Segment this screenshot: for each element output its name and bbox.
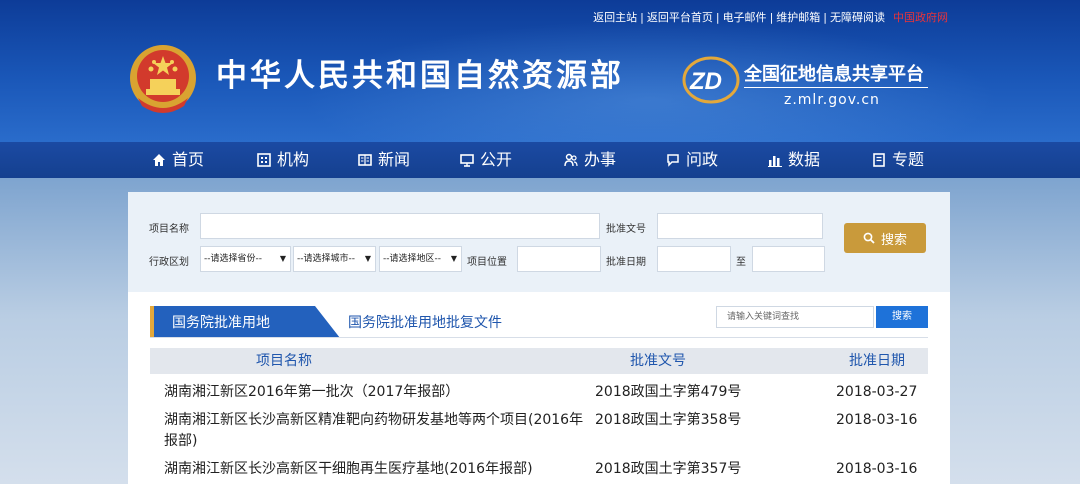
table-row-project-name[interactable]: 湖南湘江新区长沙高新区精准靶向药物研发基地等两个项目(2016年 xyxy=(164,409,583,431)
monitor-icon xyxy=(460,154,474,167)
nav-item-services[interactable]: 办事 xyxy=(564,142,616,178)
location-input[interactable] xyxy=(517,246,601,272)
district-select[interactable]: --请选择地区-- ▼ xyxy=(379,246,462,272)
zd-logo-icon: ZD xyxy=(682,56,740,104)
table-header: 项目名称 批准文号 批准日期 xyxy=(150,348,928,374)
province-select[interactable]: --请选择省份-- ▼ xyxy=(200,246,291,272)
zd-logo-text: ZD xyxy=(689,68,722,95)
top-link-accessibility[interactable]: 无障碍阅读 xyxy=(830,11,885,24)
approval-date-label: 批准日期 xyxy=(606,257,646,268)
nav-label: 新闻 xyxy=(378,150,411,169)
nav-label: 公开 xyxy=(480,150,513,169)
search-button-label: 搜索 xyxy=(880,232,907,248)
top-link-maintenance-mail[interactable]: 维护邮箱 xyxy=(776,11,820,24)
region-label: 行政区划 xyxy=(149,257,189,268)
main-nav: 首页 机构 新闻 公开 办事 问政 数据 专题 xyxy=(0,142,1080,178)
nav-label: 专题 xyxy=(892,150,925,169)
table-row-approval-date: 2018-03-16 xyxy=(836,412,918,428)
building-icon xyxy=(257,153,271,167)
district-select-value: --请选择地区-- xyxy=(383,254,441,264)
home-icon xyxy=(153,154,165,166)
column-header-approval-date: 批准日期 xyxy=(849,353,905,369)
search-icon xyxy=(863,232,875,244)
table-row-approval-no: 2018政国土字第357号 xyxy=(595,461,742,477)
table-row-approval-date: 2018-03-16 xyxy=(836,461,918,477)
nav-item-public[interactable]: 公开 xyxy=(460,142,512,178)
top-link-gov[interactable]: 中国政府网 xyxy=(893,11,948,24)
nav-item-news[interactable]: 新闻 xyxy=(358,142,410,178)
table-row-project-name-cont[interactable]: 报部) xyxy=(164,430,197,452)
platform-divider xyxy=(744,87,928,88)
table-row-project-name[interactable]: 湖南湘江新区2016年第一批次（2017年报部） xyxy=(164,381,584,403)
nav-label: 问政 xyxy=(686,150,719,169)
results-panel: 国务院批准用地 国务院批准用地批复文件 请输入关键词查找 搜索 项目名称 批准文… xyxy=(128,292,950,484)
people-icon xyxy=(564,153,578,167)
nav-item-home[interactable]: 首页 xyxy=(152,142,204,178)
top-link-platform-home[interactable]: 返回平台首页 xyxy=(647,11,713,24)
table-row-approval-date: 2018-03-27 xyxy=(836,384,918,400)
city-select[interactable]: --请选择城市-- ▼ xyxy=(293,246,376,272)
chat-icon xyxy=(667,154,679,167)
approval-no-label: 批准文号 xyxy=(606,224,646,235)
location-label: 项目位置 xyxy=(467,257,507,268)
chevron-down-icon: ▼ xyxy=(279,254,286,263)
nav-item-inquiry[interactable]: 问政 xyxy=(666,142,718,178)
table-row-approval-no: 2018政国土字第479号 xyxy=(595,384,742,400)
top-links-bar: 返回主站 | 返回平台首页 | 电子邮件 | 维护邮箱 | 无障碍阅读 中国政府网 xyxy=(593,11,948,24)
search-panel: 项目名称 批准文号 行政区划 --请选择省份-- ▼ --请选择城市-- ▼ --请… xyxy=(128,192,950,292)
nav-item-topics[interactable]: 专题 xyxy=(872,142,924,178)
approval-no-input[interactable] xyxy=(657,213,823,239)
table-row-project-name[interactable]: 湖南湘江新区长沙高新区干细胞再生医疗基地(2016年报部) xyxy=(164,458,533,480)
date-to-input[interactable] xyxy=(752,246,825,272)
bar-chart-icon xyxy=(768,156,782,167)
national-emblem-icon xyxy=(130,45,196,113)
province-select-value: --请选择省份-- xyxy=(204,254,262,264)
column-header-project-name: 项目名称 xyxy=(256,353,312,369)
column-header-approval-no: 批准文号 xyxy=(630,353,686,369)
site-header: 返回主站 | 返回平台首页 | 电子邮件 | 维护邮箱 | 无障碍阅读 中国政府网 中华人民共和国… xyxy=(0,0,1080,142)
top-link-email[interactable]: 电子邮件 xyxy=(723,11,767,24)
nav-item-data[interactable]: 数据 xyxy=(768,142,820,178)
nav-item-organization[interactable]: 机构 xyxy=(257,142,309,178)
date-from-input[interactable] xyxy=(657,246,731,272)
platform-url: z.mlr.gov.cn xyxy=(784,92,880,108)
nav-label: 机构 xyxy=(277,150,310,169)
project-name-input[interactable] xyxy=(200,213,600,239)
platform-name: 全国征地信息共享平台 xyxy=(744,64,924,85)
chevron-down-icon: ▼ xyxy=(450,254,457,263)
top-link-main-site[interactable]: 返回主站 xyxy=(593,11,637,24)
search-button[interactable]: 搜索 xyxy=(844,223,926,253)
nav-label: 首页 xyxy=(172,150,205,169)
date-to-label: 至 xyxy=(736,257,746,268)
tab-active-label: 国务院批准用地 xyxy=(172,315,270,331)
tab-approval-documents[interactable]: 国务院批准用地批复文件 xyxy=(348,312,502,332)
keyword-search-button[interactable]: 搜索 xyxy=(876,306,928,328)
table-row-approval-no: 2018政国土字第358号 xyxy=(595,412,742,428)
keyword-search-input[interactable]: 请输入关键词查找 xyxy=(716,306,874,328)
nav-label: 办事 xyxy=(584,150,617,169)
chevron-down-icon: ▼ xyxy=(364,254,371,263)
project-name-label: 项目名称 xyxy=(149,224,189,235)
nav-label: 数据 xyxy=(788,150,821,169)
book-icon xyxy=(873,153,885,167)
site-title: 中华人民共和国自然资源部 xyxy=(216,58,624,94)
city-select-value: --请选择城市-- xyxy=(297,254,355,264)
newspaper-icon xyxy=(358,154,372,166)
tab-divider xyxy=(150,337,928,338)
